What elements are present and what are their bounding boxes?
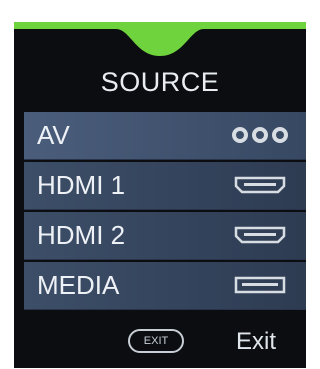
source-item-hdmi2[interactable]: HDMI 2 bbox=[24, 212, 306, 260]
source-item-media[interactable]: MEDIA bbox=[24, 262, 306, 310]
menu-title: SOURCE bbox=[100, 67, 220, 97]
source-item-label: AV bbox=[37, 120, 70, 150]
source-item-label: MEDIA bbox=[37, 270, 120, 300]
hdmi-port-icon bbox=[234, 176, 286, 194]
menu-footer: EXIT Exit bbox=[14, 316, 306, 366]
source-list: AV HDMI 1 HDMI 2 MEDIA bbox=[24, 112, 306, 312]
source-menu-panel: SOURCE AV HDMI 1 HDMI 2 MEDIA EXIT Exit bbox=[14, 22, 306, 368]
source-item-label: HDMI 2 bbox=[37, 220, 126, 250]
usb-port-icon bbox=[234, 276, 286, 294]
source-item-av[interactable]: AV bbox=[24, 112, 306, 160]
exit-label[interactable]: Exit bbox=[236, 324, 276, 360]
av-composite-icon bbox=[232, 127, 288, 143]
source-item-hdmi1[interactable]: HDMI 1 bbox=[24, 162, 306, 210]
source-item-label: HDMI 1 bbox=[37, 170, 126, 200]
hdmi-port-icon bbox=[234, 226, 286, 244]
exit-key-icon[interactable]: EXIT bbox=[128, 329, 184, 353]
